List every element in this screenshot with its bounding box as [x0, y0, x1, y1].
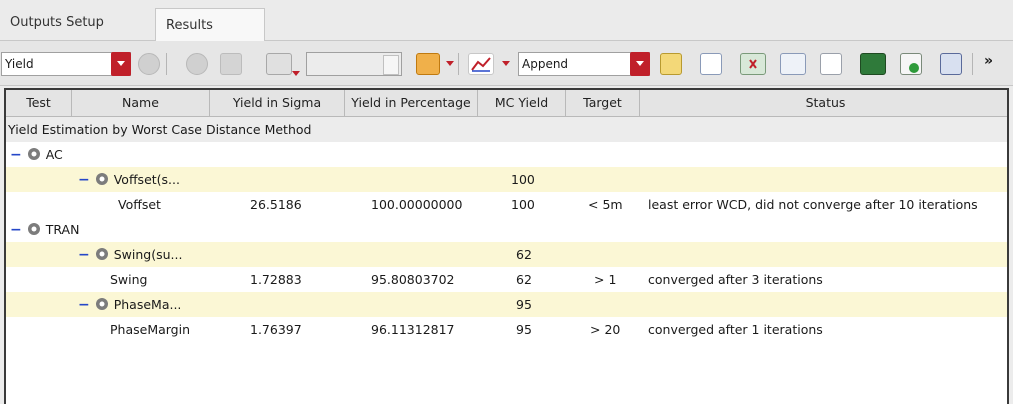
report-icon[interactable] [416, 53, 440, 75]
col-yield-sigma[interactable]: Yield in Sigma [210, 90, 345, 116]
gear-icon [95, 248, 108, 260]
chevron-down-icon[interactable] [502, 61, 510, 66]
collapse-icon[interactable]: − [78, 243, 90, 268]
output-name: Swing [110, 272, 148, 287]
mc-yield: 95 [516, 322, 532, 337]
col-target[interactable]: Target [566, 90, 640, 116]
test-name-tran: TRAN [45, 222, 80, 237]
tab-outputs-setup[interactable]: Outputs Setup [0, 6, 152, 40]
checklist-icon[interactable] [700, 53, 722, 75]
tab-results[interactable]: Results [155, 8, 265, 41]
section-title: Yield Estimation by Worst Case Distance … [8, 122, 312, 137]
plot-icon[interactable] [468, 53, 494, 75]
summary-name: PhaseMa... [113, 297, 182, 312]
yield-sigma: 26.5186 [250, 197, 302, 212]
results-table: Test Name Yield in Sigma Yield in Percen… [4, 88, 1009, 404]
collapse-icon[interactable]: − [10, 143, 22, 168]
chevron-down-icon[interactable] [292, 71, 300, 76]
filter-select[interactable] [306, 52, 402, 76]
tree-node[interactable]: − AC [10, 142, 63, 167]
tree-node[interactable]: − TRAN [10, 217, 79, 242]
chevron-down-icon [111, 52, 131, 76]
status: least error WCD, did not converge after … [648, 197, 978, 212]
yield-percentage: 96.11312817 [371, 322, 455, 337]
col-yield-percentage[interactable]: Yield in Percentage [345, 90, 478, 116]
export-document-icon[interactable] [900, 53, 922, 75]
table-row[interactable]: Voffset 26.5186 100.00000000 100 < 5m le… [6, 192, 1007, 217]
gear-icon [95, 298, 108, 310]
yield-sigma: 1.76397 [250, 322, 302, 337]
tree-node[interactable]: − PhaseMa... [78, 292, 181, 317]
close-red-icon[interactable] [740, 53, 766, 75]
col-status[interactable]: Status [640, 90, 1007, 116]
tree-node[interactable]: − Voffset(s... [78, 167, 180, 192]
append-select[interactable]: Append [518, 52, 650, 76]
database-icon[interactable] [940, 53, 962, 75]
summary-name: Swing(su... [113, 247, 183, 262]
output-summary-row[interactable]: − Swing(su... 62 [6, 242, 1007, 267]
collapse-icon[interactable]: − [10, 218, 22, 243]
output-name: Voffset [118, 197, 161, 212]
monitor-icon[interactable] [860, 53, 886, 75]
col-name[interactable]: Name [72, 90, 210, 116]
mc-yield: 62 [516, 272, 532, 287]
summary-mc-yield: 95 [516, 297, 532, 312]
yield-percentage: 100.00000000 [371, 197, 463, 212]
output-summary-row[interactable]: − Voffset(s... 100 [6, 167, 1007, 192]
chevron-down-icon [383, 55, 399, 75]
status: converged after 1 iterations [648, 322, 823, 337]
output-summary-row[interactable]: − PhaseMa... 95 [6, 292, 1007, 317]
forward-icon[interactable] [186, 53, 208, 75]
summary-mc-yield: 62 [516, 247, 532, 262]
append-select-value: Append [522, 57, 569, 71]
mc-yield: 100 [511, 197, 535, 212]
new-document-icon[interactable] [820, 53, 842, 75]
yield-sigma: 1.72883 [250, 272, 302, 287]
toolbar: Yield Append » [0, 41, 1013, 86]
summary-name: Voffset(s... [113, 172, 180, 187]
output-name: PhaseMargin [110, 322, 191, 337]
zoom-inspect-icon[interactable] [780, 53, 806, 75]
summary-mc-yield: 100 [511, 172, 535, 187]
table-row[interactable]: PhaseMargin 1.76397 96.11312817 95 > 20 … [6, 317, 1007, 342]
collapse-icon[interactable]: − [78, 168, 90, 193]
chevron-down-icon [630, 52, 650, 76]
target: > 20 [590, 322, 621, 337]
target: > 1 [594, 272, 617, 287]
back-icon[interactable] [138, 53, 160, 75]
col-mc-yield[interactable]: MC Yield [478, 90, 566, 116]
target: < 5m [588, 197, 623, 212]
col-test[interactable]: Test [6, 90, 72, 116]
yield-select[interactable]: Yield [1, 52, 131, 76]
table-row[interactable]: Swing 1.72883 95.80803702 62 > 1 converg… [6, 267, 1007, 292]
gear-icon [27, 148, 40, 160]
section-row: Yield Estimation by Worst Case Distance … [6, 117, 1007, 142]
gear-icon [27, 223, 40, 235]
test-row-tran[interactable]: − TRAN [6, 217, 1007, 242]
collapse-icon[interactable]: − [78, 293, 90, 318]
more-tools-icon[interactable]: » [984, 53, 993, 69]
chevron-down-icon[interactable] [446, 61, 454, 66]
separator [458, 53, 459, 75]
edit-tag-icon[interactable] [660, 53, 682, 75]
table-view-icon[interactable] [266, 53, 292, 75]
tab-bar: Outputs Setup Results [0, 0, 1013, 41]
test-name-ac: AC [45, 147, 63, 162]
tree-node[interactable]: − Swing(su... [78, 242, 182, 267]
table-header: Test Name Yield in Sigma Yield in Percen… [6, 90, 1007, 117]
settings-gear-icon[interactable] [220, 53, 242, 75]
gear-icon [95, 173, 108, 185]
separator [166, 53, 167, 75]
yield-select-value: Yield [5, 57, 34, 71]
yield-percentage: 95.80803702 [371, 272, 455, 287]
separator [972, 53, 973, 75]
test-row-ac[interactable]: − AC [6, 142, 1007, 167]
status: converged after 3 iterations [648, 272, 823, 287]
